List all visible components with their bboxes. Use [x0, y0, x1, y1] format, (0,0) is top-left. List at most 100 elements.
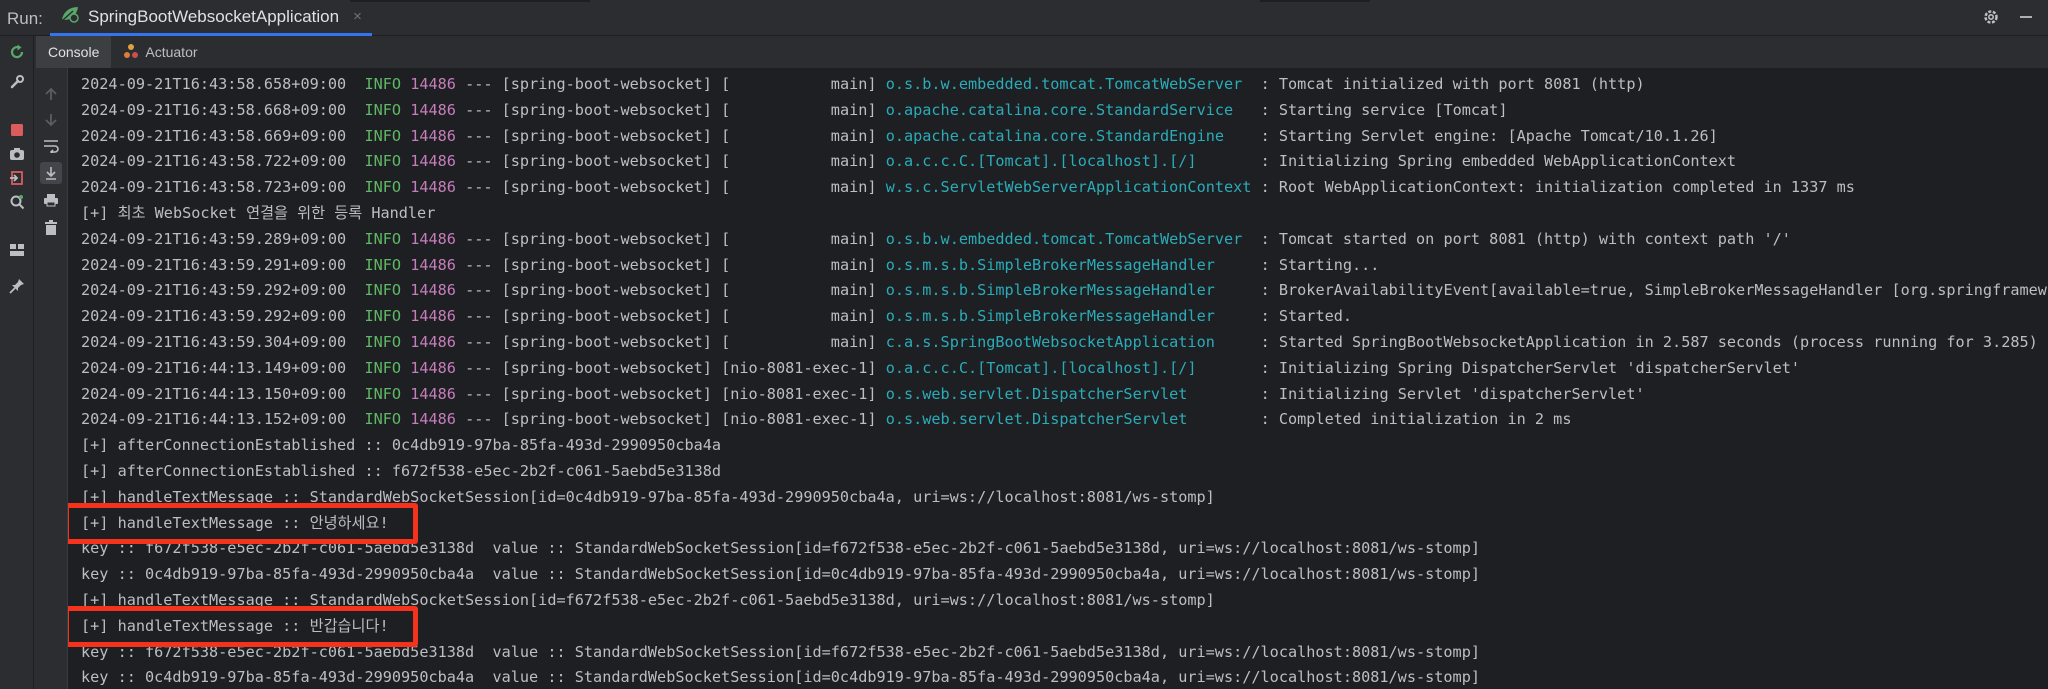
log-pid: 14486 — [410, 307, 456, 326]
log-line: 2024-09-21T16:44:13.150+09:00 INFO 14486… — [81, 382, 2047, 408]
log-line: 2024-09-21T16:43:59.291+09:00 INFO 14486… — [81, 253, 2047, 279]
log-pid: 14486 — [410, 281, 456, 300]
log-line: [+] 최초 WebSocket 연결을 위한 등록 Handler — [81, 201, 2047, 227]
log-logger: o.s.m.s.b.SimpleBrokerMessageHandler — [885, 281, 1252, 300]
camera-icon[interactable] — [7, 144, 27, 164]
log-line: 2024-09-21T16:43:59.289+09:00 INFO 14486… — [81, 227, 2047, 253]
log-message: : Root WebApplicationContext: initializa… — [1251, 178, 1855, 197]
log-line: 2024-09-21T16:43:58.723+09:00 INFO 14486… — [81, 175, 2047, 201]
log-line: 2024-09-21T16:43:58.658+09:00 INFO 14486… — [81, 72, 2047, 98]
log-level: INFO — [364, 281, 402, 300]
spring-boot-icon — [60, 5, 80, 28]
log-thread: --- [spring-boot-websocket] [nio-8081-ex… — [455, 410, 886, 429]
log-level: INFO — [364, 307, 402, 326]
print-icon[interactable] — [41, 190, 61, 210]
trash-icon[interactable] — [41, 218, 61, 238]
log-message: : Starting Servlet engine: [Apache Tomca… — [1251, 126, 1718, 145]
log-line: [+] afterConnectionEstablished :: 0c4db9… — [81, 433, 2047, 459]
log-text: [+] 최초 WebSocket 연결을 위한 등록 Handler — [81, 203, 436, 222]
log-timestamp: 2024-09-21T16:43:59.292+09:00 — [81, 281, 347, 300]
debug-search-icon[interactable] — [7, 192, 27, 212]
log-pid: 14486 — [410, 384, 456, 403]
log-thread: --- [spring-boot-websocket] [ main] — [455, 152, 886, 171]
log-level: INFO — [364, 384, 402, 403]
run-config-title: SpringBootWebsocketApplication — [88, 6, 340, 26]
stop-icon[interactable] — [7, 120, 27, 140]
log-timestamp: 2024-09-21T16:43:58.723+09:00 — [81, 178, 347, 197]
exit-icon[interactable] — [7, 168, 27, 188]
log-pid: 14486 — [410, 178, 456, 197]
log-timestamp: 2024-09-21T16:43:58.668+09:00 — [81, 100, 347, 119]
log-line: 2024-09-21T16:43:58.669+09:00 INFO 14486… — [81, 124, 2047, 150]
log-pid: 14486 — [410, 229, 456, 248]
log-timestamp: 2024-09-21T16:44:13.152+09:00 — [81, 410, 347, 429]
layout-icon[interactable] — [7, 240, 27, 260]
log-line: 2024-09-21T16:43:59.292+09:00 INFO 14486… — [81, 304, 2047, 330]
log-message: : BrokerAvailabilityEvent[available=true… — [1251, 281, 2047, 300]
console-output[interactable]: 2024-09-21T16:43:58.658+09:00 INFO 14486… — [68, 68, 2048, 689]
log-message: : Tomcat initialized with port 8081 (htt… — [1251, 75, 1645, 93]
log-pid: 14486 — [410, 410, 456, 429]
scroll-down-icon[interactable] — [41, 110, 61, 130]
gear-icon[interactable] — [1982, 8, 2000, 31]
minimize-icon[interactable] — [2018, 9, 2034, 30]
log-message: : Initializing Spring DispatcherServlet … — [1251, 358, 1801, 377]
log-logger: o.apache.catalina.core.StandardEngine — [885, 126, 1252, 145]
wrench-icon[interactable] — [7, 72, 27, 92]
run-config-tab[interactable]: SpringBootWebsocketApplication × — [50, 0, 372, 36]
log-message: : Completed initialization in 2 ms — [1251, 410, 1572, 429]
log-line: 2024-09-21T16:43:58.668+09:00 INFO 14486… — [81, 98, 2047, 124]
pin-icon[interactable] — [7, 276, 27, 296]
log-timestamp: 2024-09-21T16:44:13.149+09:00 — [81, 358, 347, 377]
console-toolbar — [34, 68, 68, 689]
log-pid: 14486 — [410, 152, 456, 171]
log-message: : Started. — [1251, 307, 1353, 326]
log-level: INFO — [364, 358, 402, 377]
actuator-icon — [123, 43, 139, 62]
log-thread: --- [spring-boot-websocket] [nio-8081-ex… — [455, 358, 886, 377]
log-line: 2024-09-21T16:43:58.722+09:00 INFO 14486… — [81, 149, 2047, 175]
log-pid: 14486 — [410, 358, 456, 377]
log-logger: c.a.s.SpringBootWebsocketApplication — [885, 332, 1252, 351]
scroll-to-end-icon[interactable] — [40, 162, 62, 184]
log-logger: o.s.m.s.b.SimpleBrokerMessageHandler — [885, 307, 1252, 326]
log-logger: o.s.m.s.b.SimpleBrokerMessageHandler — [885, 255, 1252, 274]
log-thread: --- [spring-boot-websocket] [ main] — [455, 126, 886, 145]
log-line: key :: 0c4db919-97ba-85fa-493d-2990950cb… — [81, 562, 2047, 588]
log-thread: --- [spring-boot-websocket] [ main] — [455, 332, 886, 351]
log-message: : Initializing Spring embedded WebApplic… — [1251, 152, 1737, 171]
log-thread: --- [spring-boot-websocket] [nio-8081-ex… — [455, 384, 886, 403]
rerun-icon[interactable] — [7, 42, 27, 62]
log-logger: o.s.b.w.embedded.tomcat.TomcatWebServer — [885, 75, 1252, 93]
highlight-box-2 — [68, 606, 418, 647]
log-thread: --- [spring-boot-websocket] [ main] — [455, 178, 886, 197]
log-line: 2024-09-21T16:44:13.152+09:00 INFO 14486… — [81, 407, 2047, 433]
log-line: 2024-09-21T16:44:13.149+09:00 INFO 14486… — [81, 356, 2047, 382]
log-level: INFO — [364, 255, 402, 274]
log-pid: 14486 — [410, 255, 456, 274]
log-thread: --- [spring-boot-websocket] [ main] — [455, 75, 886, 93]
tab-console[interactable]: Console — [36, 36, 112, 68]
log-timestamp: 2024-09-21T16:43:58.669+09:00 — [81, 126, 347, 145]
log-timestamp: 2024-09-21T16:43:59.291+09:00 — [81, 255, 347, 274]
log-pid: 14486 — [410, 100, 456, 119]
log-thread: --- [spring-boot-websocket] [ main] — [455, 281, 886, 300]
log-thread: --- [spring-boot-websocket] [ main] — [455, 307, 886, 326]
log-text: [+] afterConnectionEstablished :: f672f5… — [81, 461, 722, 480]
tab-actuator-label: Actuator — [145, 44, 198, 60]
close-icon[interactable]: × — [353, 8, 362, 25]
log-logger: o.s.b.w.embedded.tomcat.TomcatWebServer — [885, 229, 1252, 248]
log-timestamp: 2024-09-21T16:43:58.722+09:00 — [81, 152, 347, 171]
log-text: key :: 0c4db919-97ba-85fa-493d-2990950cb… — [81, 668, 1480, 687]
tab-actuator[interactable]: Actuator — [111, 36, 209, 68]
scroll-up-icon[interactable] — [41, 84, 61, 104]
log-level: INFO — [364, 100, 402, 119]
soft-wrap-icon[interactable] — [41, 136, 61, 156]
log-message: : Starting... — [1251, 255, 1380, 274]
log-logger: o.s.web.servlet.DispatcherServlet — [885, 384, 1252, 403]
log-message: : Started SpringBootWebsocketApplication… — [1251, 332, 2038, 351]
log-line: key :: 0c4db919-97ba-85fa-493d-2990950cb… — [81, 665, 2047, 689]
log-pid: 14486 — [410, 75, 456, 93]
log-level: INFO — [364, 152, 402, 171]
log-pid: 14486 — [410, 332, 456, 351]
